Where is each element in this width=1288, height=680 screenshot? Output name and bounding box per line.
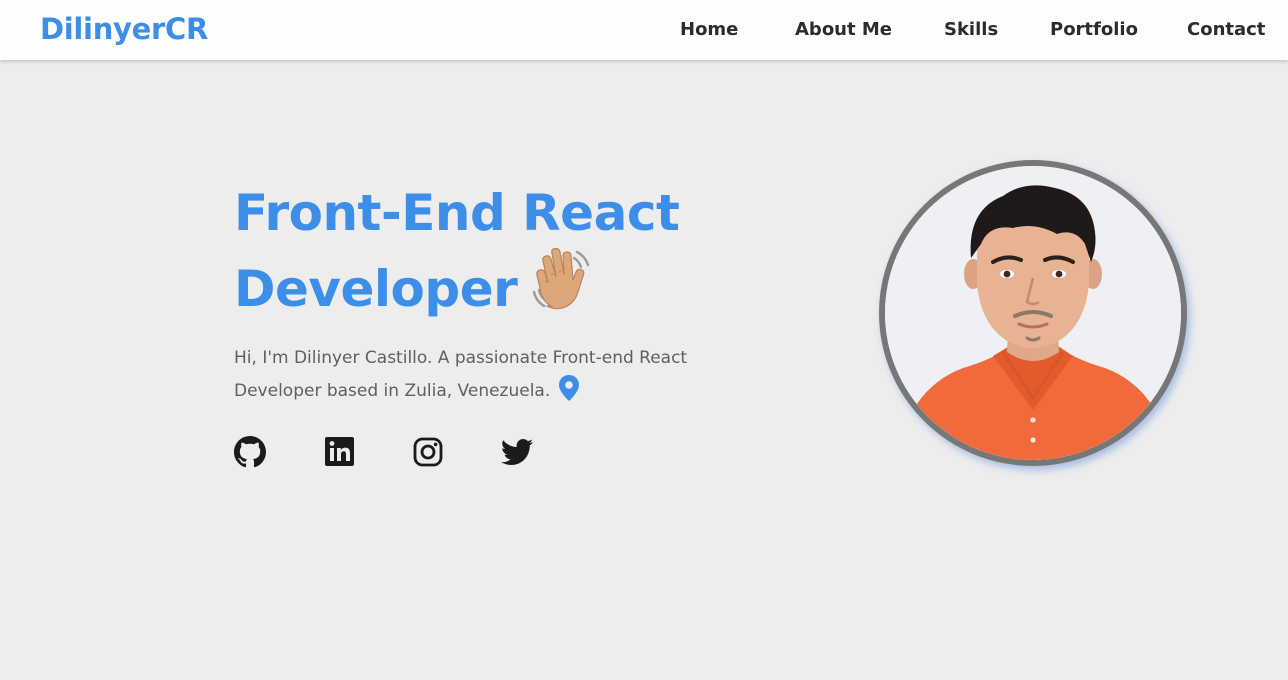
instagram-icon: [412, 436, 448, 468]
nav-link-contact[interactable]: Contact: [1187, 19, 1265, 40]
nav-link-home[interactable]: Home: [680, 19, 738, 40]
map-pin-icon: [558, 374, 580, 402]
nav-link-skills[interactable]: Skills: [944, 19, 998, 40]
hero-section: Front-End React Developer Hi, I'm Diliny…: [0, 60, 1288, 680]
waving-hand-icon: [529, 247, 595, 314]
twitter-icon: [501, 436, 537, 468]
top-navbar: DilinyerCR Home About Me Skills Portfoli…: [0, 0, 1288, 60]
instagram-link[interactable]: [412, 436, 448, 472]
profile-photo: [879, 160, 1187, 466]
github-link[interactable]: [234, 436, 270, 472]
hero-title: Front-End React Developer: [234, 178, 794, 324]
twitter-link[interactable]: [501, 436, 537, 472]
linkedin-icon: [324, 436, 360, 468]
hero-title-line-1: Front-End React: [234, 184, 680, 242]
linkedin-link[interactable]: [324, 436, 360, 472]
nav-link-portfolio[interactable]: Portfolio: [1050, 19, 1138, 40]
hero-description: Hi, I'm Dilinyer Castillo. A passionate …: [234, 342, 734, 407]
hero-title-line-2-text: Developer: [234, 260, 518, 318]
hero-description-text: Hi, I'm Dilinyer Castillo. A passionate …: [234, 348, 688, 401]
github-icon: [234, 436, 270, 468]
nav-link-about-me[interactable]: About Me: [795, 19, 892, 40]
site-logo[interactable]: DilinyerCR: [40, 12, 208, 46]
hero-title-line-2: Developer: [234, 247, 794, 324]
